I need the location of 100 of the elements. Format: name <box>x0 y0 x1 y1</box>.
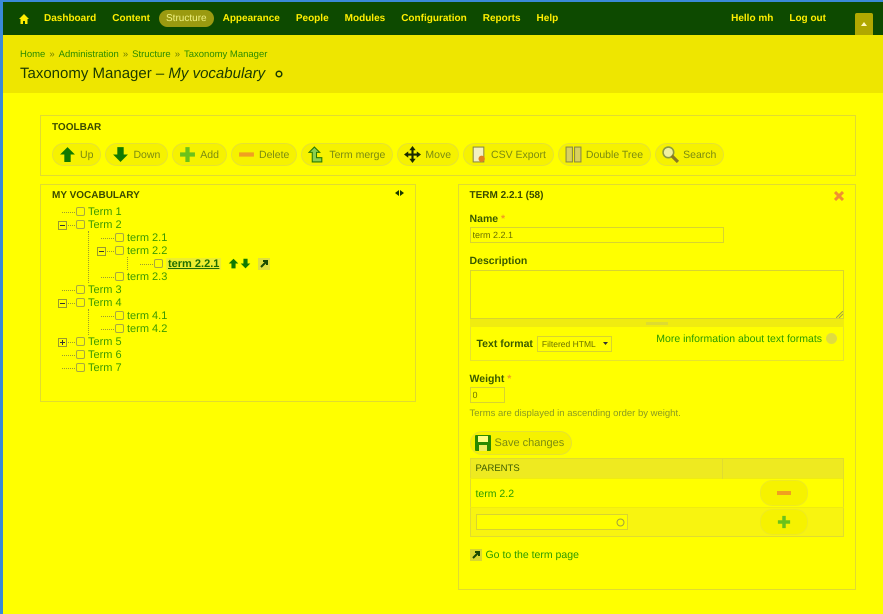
nav-link[interactable]: Dashboard <box>37 10 104 27</box>
down-icon <box>112 146 130 163</box>
checkbox[interactable] <box>76 285 85 294</box>
checkbox[interactable] <box>76 337 85 346</box>
tree-item[interactable]: term 4.2 <box>127 322 168 334</box>
toolbar-button[interactable]: Delete <box>230 143 298 166</box>
down-arrow-icon[interactable] <box>240 258 252 268</box>
search-icon <box>662 146 680 163</box>
toolbar-button[interactable]: Up <box>52 143 102 166</box>
parent-link[interactable]: term 2.2 <box>476 488 514 500</box>
toolbar-button[interactable]: Add <box>172 143 227 166</box>
tree-item[interactable]: term 2.2 <box>127 244 168 256</box>
collapse-icon[interactable] <box>58 299 67 308</box>
checkbox[interactable] <box>154 259 163 268</box>
breadcrumb-separator: » <box>174 49 180 60</box>
tree-item[interactable]: term 2.3 <box>127 270 168 282</box>
format-select[interactable]: Filtered HTML <box>536 336 612 352</box>
toolbar-button[interactable]: CSV Export <box>463 143 554 166</box>
description-field[interactable] <box>470 270 844 319</box>
tree-item[interactable]: term 4.1 <box>127 310 168 322</box>
collapse-icon[interactable] <box>58 221 67 230</box>
checkbox[interactable] <box>115 246 124 255</box>
resize-handle-icon[interactable] <box>836 311 843 318</box>
autocomplete-icon <box>616 518 625 526</box>
up-icon <box>59 146 76 163</box>
tree-item[interactable]: Term 6 <box>88 348 122 360</box>
plus-icon <box>777 515 791 529</box>
home-icon[interactable] <box>19 14 29 24</box>
tree-item[interactable]: Term 1 <box>88 206 122 218</box>
resize-icon[interactable] <box>394 190 404 196</box>
nav-link[interactable]: Appearance <box>216 10 287 27</box>
merge-icon <box>308 146 326 163</box>
nav-link[interactable]: Help <box>530 10 566 27</box>
nav-link[interactable]: Configuration <box>394 10 474 27</box>
checkbox[interactable] <box>76 207 85 216</box>
weight-field[interactable]: 0 <box>470 387 505 403</box>
checkbox[interactable] <box>115 311 124 320</box>
checkbox[interactable] <box>76 220 85 229</box>
breadcrumb-separator: » <box>122 49 128 60</box>
external-link-icon[interactable] <box>470 549 482 561</box>
page-title: Taxonomy Manager – My vocabulary <box>20 65 266 82</box>
user-link[interactable]: Log out <box>782 10 833 27</box>
tree-item[interactable]: term 2.2.1 <box>166 258 222 270</box>
term-page-link[interactable]: Go to the term page <box>486 549 579 561</box>
ring-icon[interactable] <box>275 70 284 78</box>
panel-title: TERM 2.2.1 (58) <box>470 190 544 201</box>
tree-item[interactable]: Term 7 <box>88 362 122 374</box>
breadcrumb-link[interactable]: Structure <box>132 49 171 60</box>
help-link[interactable]: More information about text formats <box>656 333 822 345</box>
floppy-icon <box>474 435 491 451</box>
nav-link[interactable]: Content <box>105 10 158 27</box>
required-mark: * <box>507 373 512 385</box>
field-label: Description <box>470 255 528 267</box>
help-text: Terms are displayed in ascending order by weight. <box>470 408 682 419</box>
nav-link[interactable]: People <box>288 10 336 27</box>
up-arrow-icon[interactable] <box>228 258 240 268</box>
checkbox[interactable] <box>76 363 85 372</box>
toolbar-button[interactable]: Term merge <box>301 143 394 166</box>
tree-item[interactable]: Term 2 <box>88 218 122 230</box>
nav-link[interactable]: Structure <box>159 10 214 27</box>
nav-link[interactable]: Reports <box>476 10 528 27</box>
toolbar-title: TOOLBAR <box>52 122 102 133</box>
toolbar-button[interactable]: Double Tree <box>558 143 652 166</box>
toolbar-button[interactable]: Move <box>397 143 460 166</box>
breadcrumb-separator: » <box>49 49 55 60</box>
tree-item[interactable]: Term 5 <box>88 336 122 348</box>
save-button[interactable]: Save changes <box>470 431 572 455</box>
tree-item[interactable]: term 2.1 <box>127 232 168 244</box>
breadcrumb-link[interactable]: Home <box>20 49 46 60</box>
field-label: Text format <box>476 338 533 350</box>
breadcrumb-link[interactable]: Administration <box>58 49 119 60</box>
export-icon <box>470 146 488 163</box>
field-label: Name <box>470 213 498 225</box>
help-icon[interactable] <box>826 333 837 344</box>
user-link[interactable]: Hello mh <box>724 10 780 27</box>
add-icon <box>179 146 196 163</box>
checkbox[interactable] <box>115 324 124 333</box>
expand-icon[interactable] <box>58 338 67 347</box>
remove-button[interactable] <box>760 480 808 506</box>
nav-link[interactable]: Modules <box>338 10 392 27</box>
checkbox[interactable] <box>76 298 85 307</box>
close-icon[interactable] <box>834 190 844 200</box>
tree-item[interactable]: Term 3 <box>88 284 122 296</box>
name-field[interactable]: term 2.2.1 <box>470 227 724 243</box>
collapse-icon[interactable] <box>97 247 106 256</box>
add-button[interactable] <box>760 509 808 535</box>
textarea-grip[interactable] <box>470 319 844 327</box>
move-icon <box>404 146 422 163</box>
checkbox[interactable] <box>115 272 124 281</box>
external-link-icon[interactable] <box>258 258 270 270</box>
checkbox[interactable] <box>76 350 85 359</box>
toolbar-button[interactable]: Down <box>105 143 168 166</box>
caret-icon <box>861 22 867 26</box>
tree-item[interactable]: Term 4 <box>88 296 122 308</box>
parent-field[interactable] <box>476 514 628 530</box>
collapse-toggle[interactable] <box>855 13 873 35</box>
breadcrumb-link[interactable]: Taxonomy Manager <box>184 49 268 60</box>
checkbox[interactable] <box>115 233 124 242</box>
field-label: Weight <box>470 373 504 385</box>
toolbar-button[interactable]: Search <box>655 143 724 166</box>
